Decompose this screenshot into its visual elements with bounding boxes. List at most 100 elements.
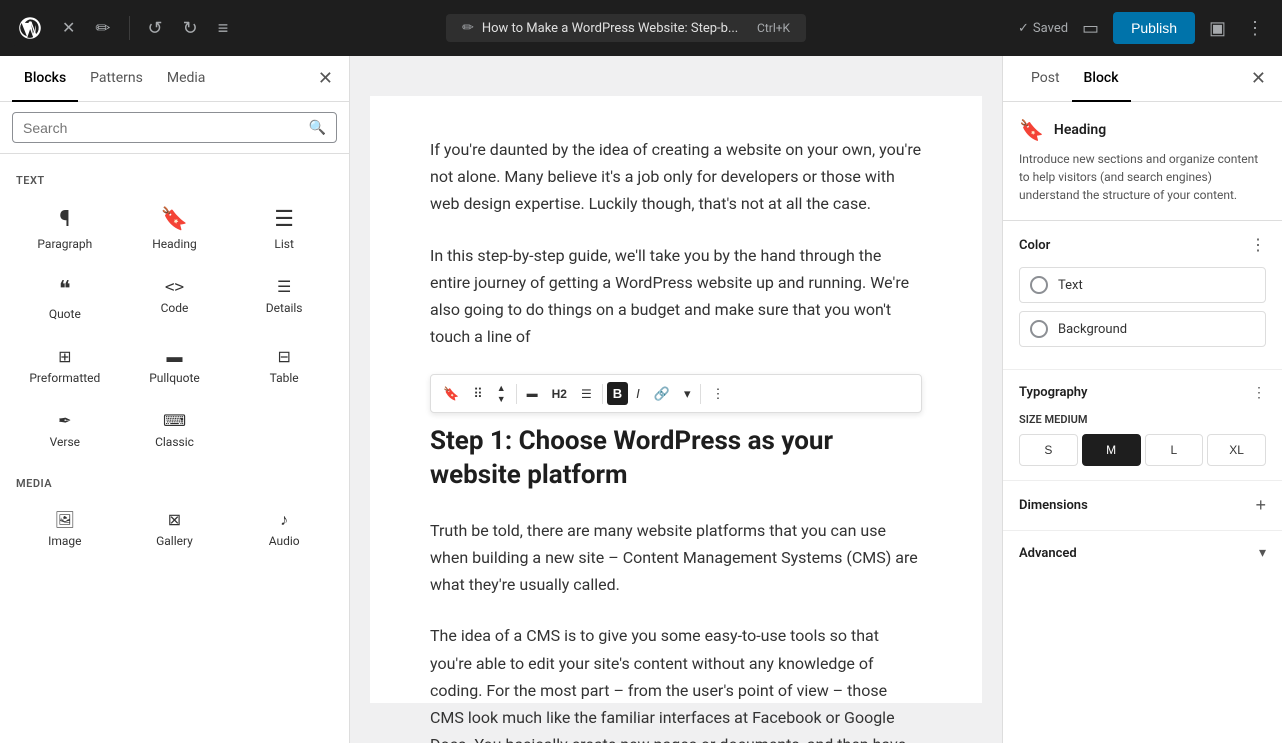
color-section: Color ⋮ Text Background [1003,221,1282,370]
size-l-button[interactable]: L [1145,434,1204,466]
audio-icon: ♪ [280,512,288,528]
dimensions-title: Dimensions [1019,498,1088,513]
publish-button[interactable]: Publish [1113,12,1195,44]
list-icon: ☰ [274,209,294,231]
search-icon-button[interactable]: 🔍 [309,119,326,136]
size-s-button[interactable]: S [1019,434,1078,466]
block-info-title: Heading [1054,122,1106,138]
typography-section: Typography ⋮ SIZE MEDIUM S M L XL [1003,370,1282,481]
heading-label: Heading [152,237,197,251]
media-section-label: MEDIA [16,477,337,490]
blocks-list: TEXT ¶ Paragraph 🔖 Heading ☰ List ❝ Quot… [0,154,349,743]
right-panel-close-button[interactable]: ✕ [1251,68,1266,89]
code-icon: <> [165,279,184,295]
tab-post[interactable]: Post [1019,56,1072,102]
block-item-classic[interactable]: ⌨ Classic [122,401,228,461]
block-item-image[interactable]: 🖼 Image [12,500,118,560]
toolbar-drag-btn[interactable]: ⠿ [467,382,489,406]
tab-patterns[interactable]: Patterns [78,56,155,102]
redo-button[interactable]: ↻ [177,12,204,45]
search-input[interactable] [23,120,303,136]
size-m-button[interactable]: M [1082,434,1141,466]
preformatted-label: Preformatted [29,371,100,385]
gallery-label: Gallery [156,534,193,548]
left-panel: Blocks Patterns Media ✕ 🔍 TEXT ¶ Paragra… [0,56,350,743]
dimensions-add-button[interactable]: + [1255,495,1266,516]
media-blocks-grid: 🖼 Image ⊠ Gallery ♪ Audio [12,500,337,560]
block-item-quote[interactable]: ❝ Quote [12,267,118,333]
dimensions-header: Dimensions + [1019,495,1266,516]
color-section-menu-button[interactable]: ⋮ [1250,235,1266,255]
block-item-verse[interactable]: ✒ Verse [12,401,118,461]
background-color-option[interactable]: Background [1019,311,1266,347]
toolbar-italic-btn[interactable]: I [630,382,646,405]
size-buttons: S M L XL [1019,434,1266,466]
block-item-list[interactable]: ☰ List [231,197,337,263]
toolbar-move-btn[interactable]: ▲▼ [491,379,512,408]
tab-block[interactable]: Block [1072,56,1131,102]
background-color-radio [1030,320,1048,338]
block-info-header: 🔖 Heading [1019,118,1266,142]
tab-blocks[interactable]: Blocks [12,56,78,102]
toolbar-align-left-btn[interactable]: ☰ [575,383,598,405]
more-options-button[interactable]: ⋮ [1240,12,1270,45]
toolbar-bookmark-btn[interactable]: 🔖 [437,382,465,406]
toolbar-bold-btn[interactable]: B [607,382,628,405]
close-post-button[interactable]: ✕ [56,12,81,44]
quote-label: Quote [49,307,81,321]
saved-status: ✓ Saved [1018,21,1068,36]
reset-icon: ⋮ [1252,384,1266,401]
toolbar-link-btn[interactable]: 🔗 [648,382,676,406]
block-item-code[interactable]: <> Code [122,267,228,333]
details-icon: ☰ [277,279,291,295]
list-view-button[interactable]: ≡ [212,12,235,45]
toolbar-more-btn[interactable]: ▾ [678,382,697,406]
toolbar-divider-3 [700,384,701,404]
block-item-heading[interactable]: 🔖 Heading [122,197,228,263]
block-info-desc: Introduce new sections and organize cont… [1019,150,1266,204]
text-color-option[interactable]: Text [1019,267,1266,303]
settings-toggle-button[interactable]: ▣ [1203,12,1232,45]
toolbar-align-btn[interactable]: ▬ [521,384,544,404]
paragraph-label: Paragraph [37,237,92,251]
right-panel-header: Post Block ✕ [1003,56,1282,102]
toolbar-h2-btn[interactable]: H2 [546,383,573,405]
heading-icon: 🔖 [161,209,188,231]
block-item-pullquote[interactable]: ▬ Pullquote [122,337,228,397]
size-xl-button[interactable]: XL [1207,434,1266,466]
text-color-label: Text [1058,278,1083,293]
preformatted-icon: ⊞ [58,349,71,365]
block-item-audio[interactable]: ♪ Audio [231,500,337,560]
advanced-header[interactable]: Advanced ▾ [1019,545,1266,561]
color-section-title: Color [1019,238,1050,253]
undo-button[interactable]: ↺ [142,12,169,45]
color-section-header: Color ⋮ [1019,235,1266,255]
image-label: Image [48,534,81,548]
table-label: Table [270,371,299,385]
topbar-separator [129,16,130,40]
post-title: How to Make a WordPress Website: Step-b.… [482,21,749,36]
block-item-table[interactable]: ⊟ Table [231,337,337,397]
advanced-section: Advanced ▾ [1003,531,1282,575]
paragraph-1[interactable]: If you're daunted by the idea of creatin… [430,136,922,218]
tab-media[interactable]: Media [155,56,218,102]
paragraph-2: In this step-by-step guide, we'll take y… [430,242,922,351]
typography-section-title: Typography [1019,385,1088,400]
search-input-wrap: 🔍 [12,112,337,143]
heading-block[interactable]: Step 1: Choose WordPress as your website… [430,425,922,493]
text-color-radio [1030,276,1048,294]
typography-reset-button[interactable]: ⋮ [1252,384,1266,401]
toolbar-options-btn[interactable]: ⋮ [705,382,730,406]
wp-logo[interactable] [12,10,48,46]
edit-pen-button[interactable]: ✏ [89,12,116,45]
panel-close-button[interactable]: ✕ [314,64,337,93]
block-item-details[interactable]: ☰ Details [231,267,337,333]
topbar-center: ✏ How to Make a WordPress Website: Step-… [242,14,1010,42]
chevron-down-icon: ▾ [1259,545,1266,561]
desktop-view-button[interactable]: ▭ [1076,12,1105,45]
block-item-gallery[interactable]: ⊠ Gallery [122,500,228,560]
classic-icon: ⌨ [163,413,186,429]
block-item-paragraph[interactable]: ¶ Paragraph [12,197,118,263]
title-bar[interactable]: ✏ How to Make a WordPress Website: Step-… [446,14,806,42]
block-item-preformatted[interactable]: ⊞ Preformatted [12,337,118,397]
